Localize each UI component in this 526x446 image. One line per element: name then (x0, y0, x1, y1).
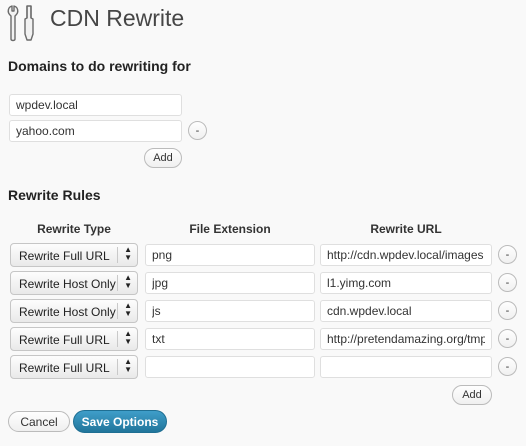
rewrite-type-value: Rewrite Full URL (19, 249, 110, 263)
remove-rule-button[interactable]: - (498, 329, 517, 348)
save-options-button[interactable]: Save Options (73, 410, 167, 433)
updown-arrows-icon: ▲ ▼ (124, 329, 132, 346)
rewrite-url-input[interactable] (320, 244, 492, 266)
rewrite-url-input[interactable] (320, 356, 492, 378)
rewrite-type-select[interactable]: Rewrite Host Only ▲ ▼ (10, 299, 138, 323)
remove-domain-button[interactable]: - (188, 121, 207, 140)
rewrite-type-select[interactable]: Rewrite Full URL ▲ ▼ (10, 243, 138, 267)
select-divider (117, 303, 118, 319)
rewrite-rules-heading: Rewrite Rules (8, 187, 101, 203)
remove-rule-button[interactable]: - (498, 245, 517, 264)
remove-rule-button[interactable]: - (498, 301, 517, 320)
select-divider (117, 275, 118, 291)
column-header-rewrite-url: Rewrite URL (370, 222, 442, 236)
page-title: CDN Rewrite (50, 5, 185, 31)
rewrite-type-select[interactable]: Rewrite Full URL ▲ ▼ (10, 327, 138, 351)
rewrite-url-input[interactable] (320, 328, 492, 350)
select-divider (117, 247, 118, 263)
rewrite-url-input[interactable] (320, 300, 492, 322)
remove-rule-button[interactable]: - (498, 273, 517, 292)
rewrite-type-value: Rewrite Host Only (19, 305, 116, 319)
select-divider (117, 359, 118, 375)
select-divider (117, 331, 118, 347)
domain-input[interactable] (9, 94, 182, 116)
add-domain-button[interactable]: Add (144, 148, 182, 168)
file-extension-input[interactable] (145, 244, 315, 266)
updown-arrows-icon: ▲ ▼ (124, 273, 132, 290)
cancel-button[interactable]: Cancel (8, 411, 70, 432)
file-extension-input[interactable] (145, 328, 315, 350)
column-header-file-extension: File Extension (189, 222, 271, 236)
column-header-rewrite-type: Rewrite Type (37, 222, 111, 236)
file-extension-input[interactable] (145, 356, 315, 378)
file-extension-input[interactable] (145, 300, 315, 322)
updown-arrows-icon: ▲ ▼ (124, 357, 132, 374)
domain-input[interactable] (9, 120, 182, 142)
add-rule-button[interactable]: Add (452, 385, 492, 405)
rewrite-type-value: Rewrite Full URL (19, 333, 110, 347)
tools-icon (7, 5, 34, 42)
rewrite-type-select[interactable]: Rewrite Host Only ▲ ▼ (10, 271, 138, 295)
rewrite-type-value: Rewrite Host Only (19, 277, 116, 291)
rewrite-type-select[interactable]: Rewrite Full URL ▲ ▼ (10, 355, 138, 379)
file-extension-input[interactable] (145, 272, 315, 294)
domains-heading: Domains to do rewriting for (8, 58, 191, 74)
updown-arrows-icon: ▲ ▼ (124, 301, 132, 318)
rewrite-url-input[interactable] (320, 272, 492, 294)
rewrite-type-value: Rewrite Full URL (19, 361, 110, 375)
remove-rule-button[interactable]: - (498, 357, 517, 376)
updown-arrows-icon: ▲ ▼ (124, 245, 132, 262)
